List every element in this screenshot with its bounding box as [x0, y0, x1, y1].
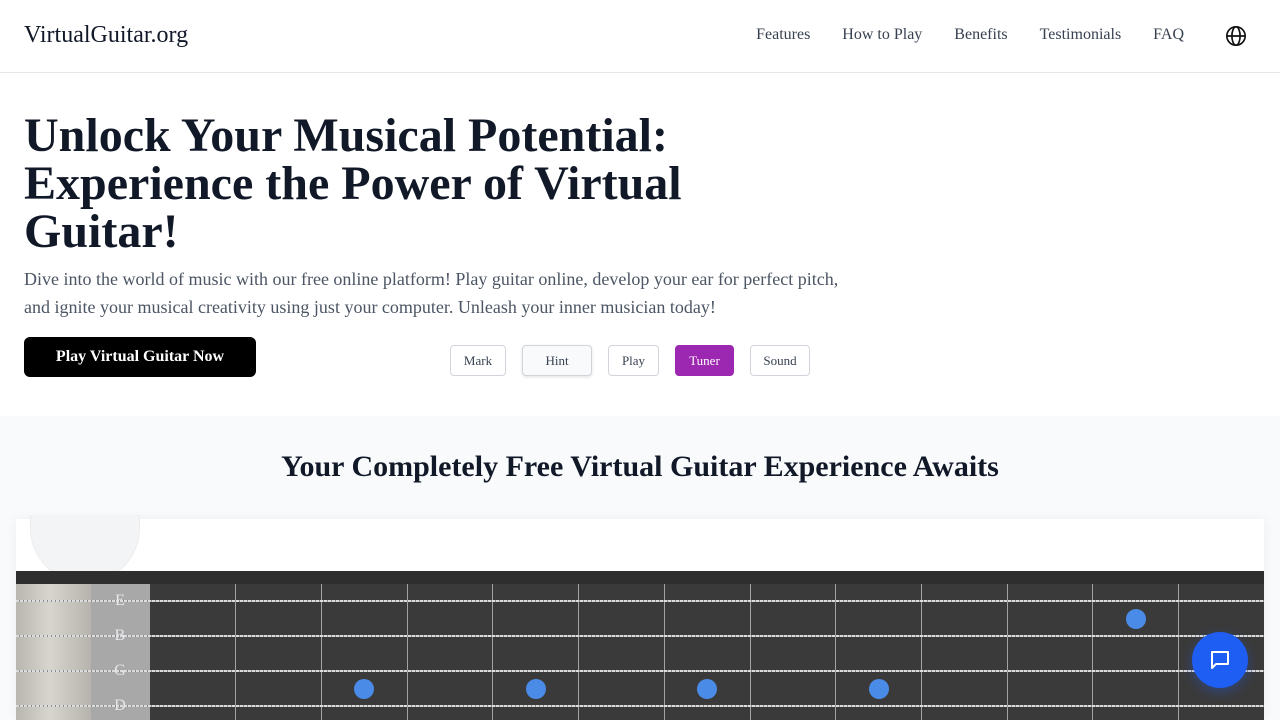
fret-line [664, 584, 665, 720]
fret-line [321, 584, 322, 720]
fret-line [1092, 584, 1093, 720]
fret-line [235, 584, 236, 720]
sound-button[interactable]: Sound [750, 345, 810, 376]
guitar-string-d[interactable] [16, 705, 1264, 707]
nav-how-to-play[interactable]: How to Play [842, 26, 922, 44]
nav-faq[interactable]: FAQ [1153, 26, 1184, 44]
guitar-string-g[interactable] [16, 670, 1264, 672]
hero-subtitle: Dive into the world of music with our fr… [24, 269, 839, 317]
fret-line [921, 584, 922, 720]
guitar-fretboard[interactable]: E B G D [16, 571, 1264, 720]
string-label: G [114, 662, 126, 679]
play-button[interactable]: Play [608, 345, 659, 376]
fret-line [407, 584, 408, 720]
fret-marker-dot [526, 679, 546, 699]
tuner-button[interactable]: Tuner [675, 345, 734, 376]
fret-line [578, 584, 579, 720]
string-label: D [114, 697, 126, 714]
fret-marker-dot [869, 679, 889, 699]
chat-button[interactable] [1192, 632, 1248, 688]
hero-title: Unlock Your Musical Potential: Experienc… [24, 109, 682, 258]
main-nav: Features How to Play Benefits Testimonia… [756, 26, 1184, 44]
play-now-button[interactable]: Play Virtual Guitar Now [24, 337, 256, 377]
section-title: Your Completely Free Virtual Guitar Expe… [281, 450, 999, 483]
guitar-string-b[interactable] [16, 635, 1264, 637]
string-label: B [114, 627, 126, 644]
mark-button[interactable]: Mark [450, 345, 506, 376]
fret-line [492, 584, 493, 720]
fret-marker-dot [354, 679, 374, 699]
fretboard-edge [16, 571, 1264, 584]
guitar-string-e[interactable] [16, 600, 1264, 602]
fret-line [835, 584, 836, 720]
site-header: VirtualGuitar.org Features How to Play B… [0, 0, 1280, 73]
headstock [16, 584, 91, 720]
nav-features[interactable]: Features [756, 26, 810, 44]
string-label: E [115, 592, 125, 609]
fret-line [750, 584, 751, 720]
fret-marker-dot [697, 679, 717, 699]
site-logo[interactable]: VirtualGuitar.org [24, 22, 188, 49]
fret-marker-dot [1126, 609, 1146, 629]
chat-bubble-icon [1211, 651, 1229, 669]
fret-line [1178, 584, 1179, 720]
hint-button[interactable]: Hint [522, 345, 592, 376]
nav-testimonials[interactable]: Testimonials [1040, 26, 1122, 44]
globe-icon[interactable] [1225, 25, 1247, 47]
nav-benefits[interactable]: Benefits [954, 26, 1007, 44]
fret-line [1007, 584, 1008, 720]
